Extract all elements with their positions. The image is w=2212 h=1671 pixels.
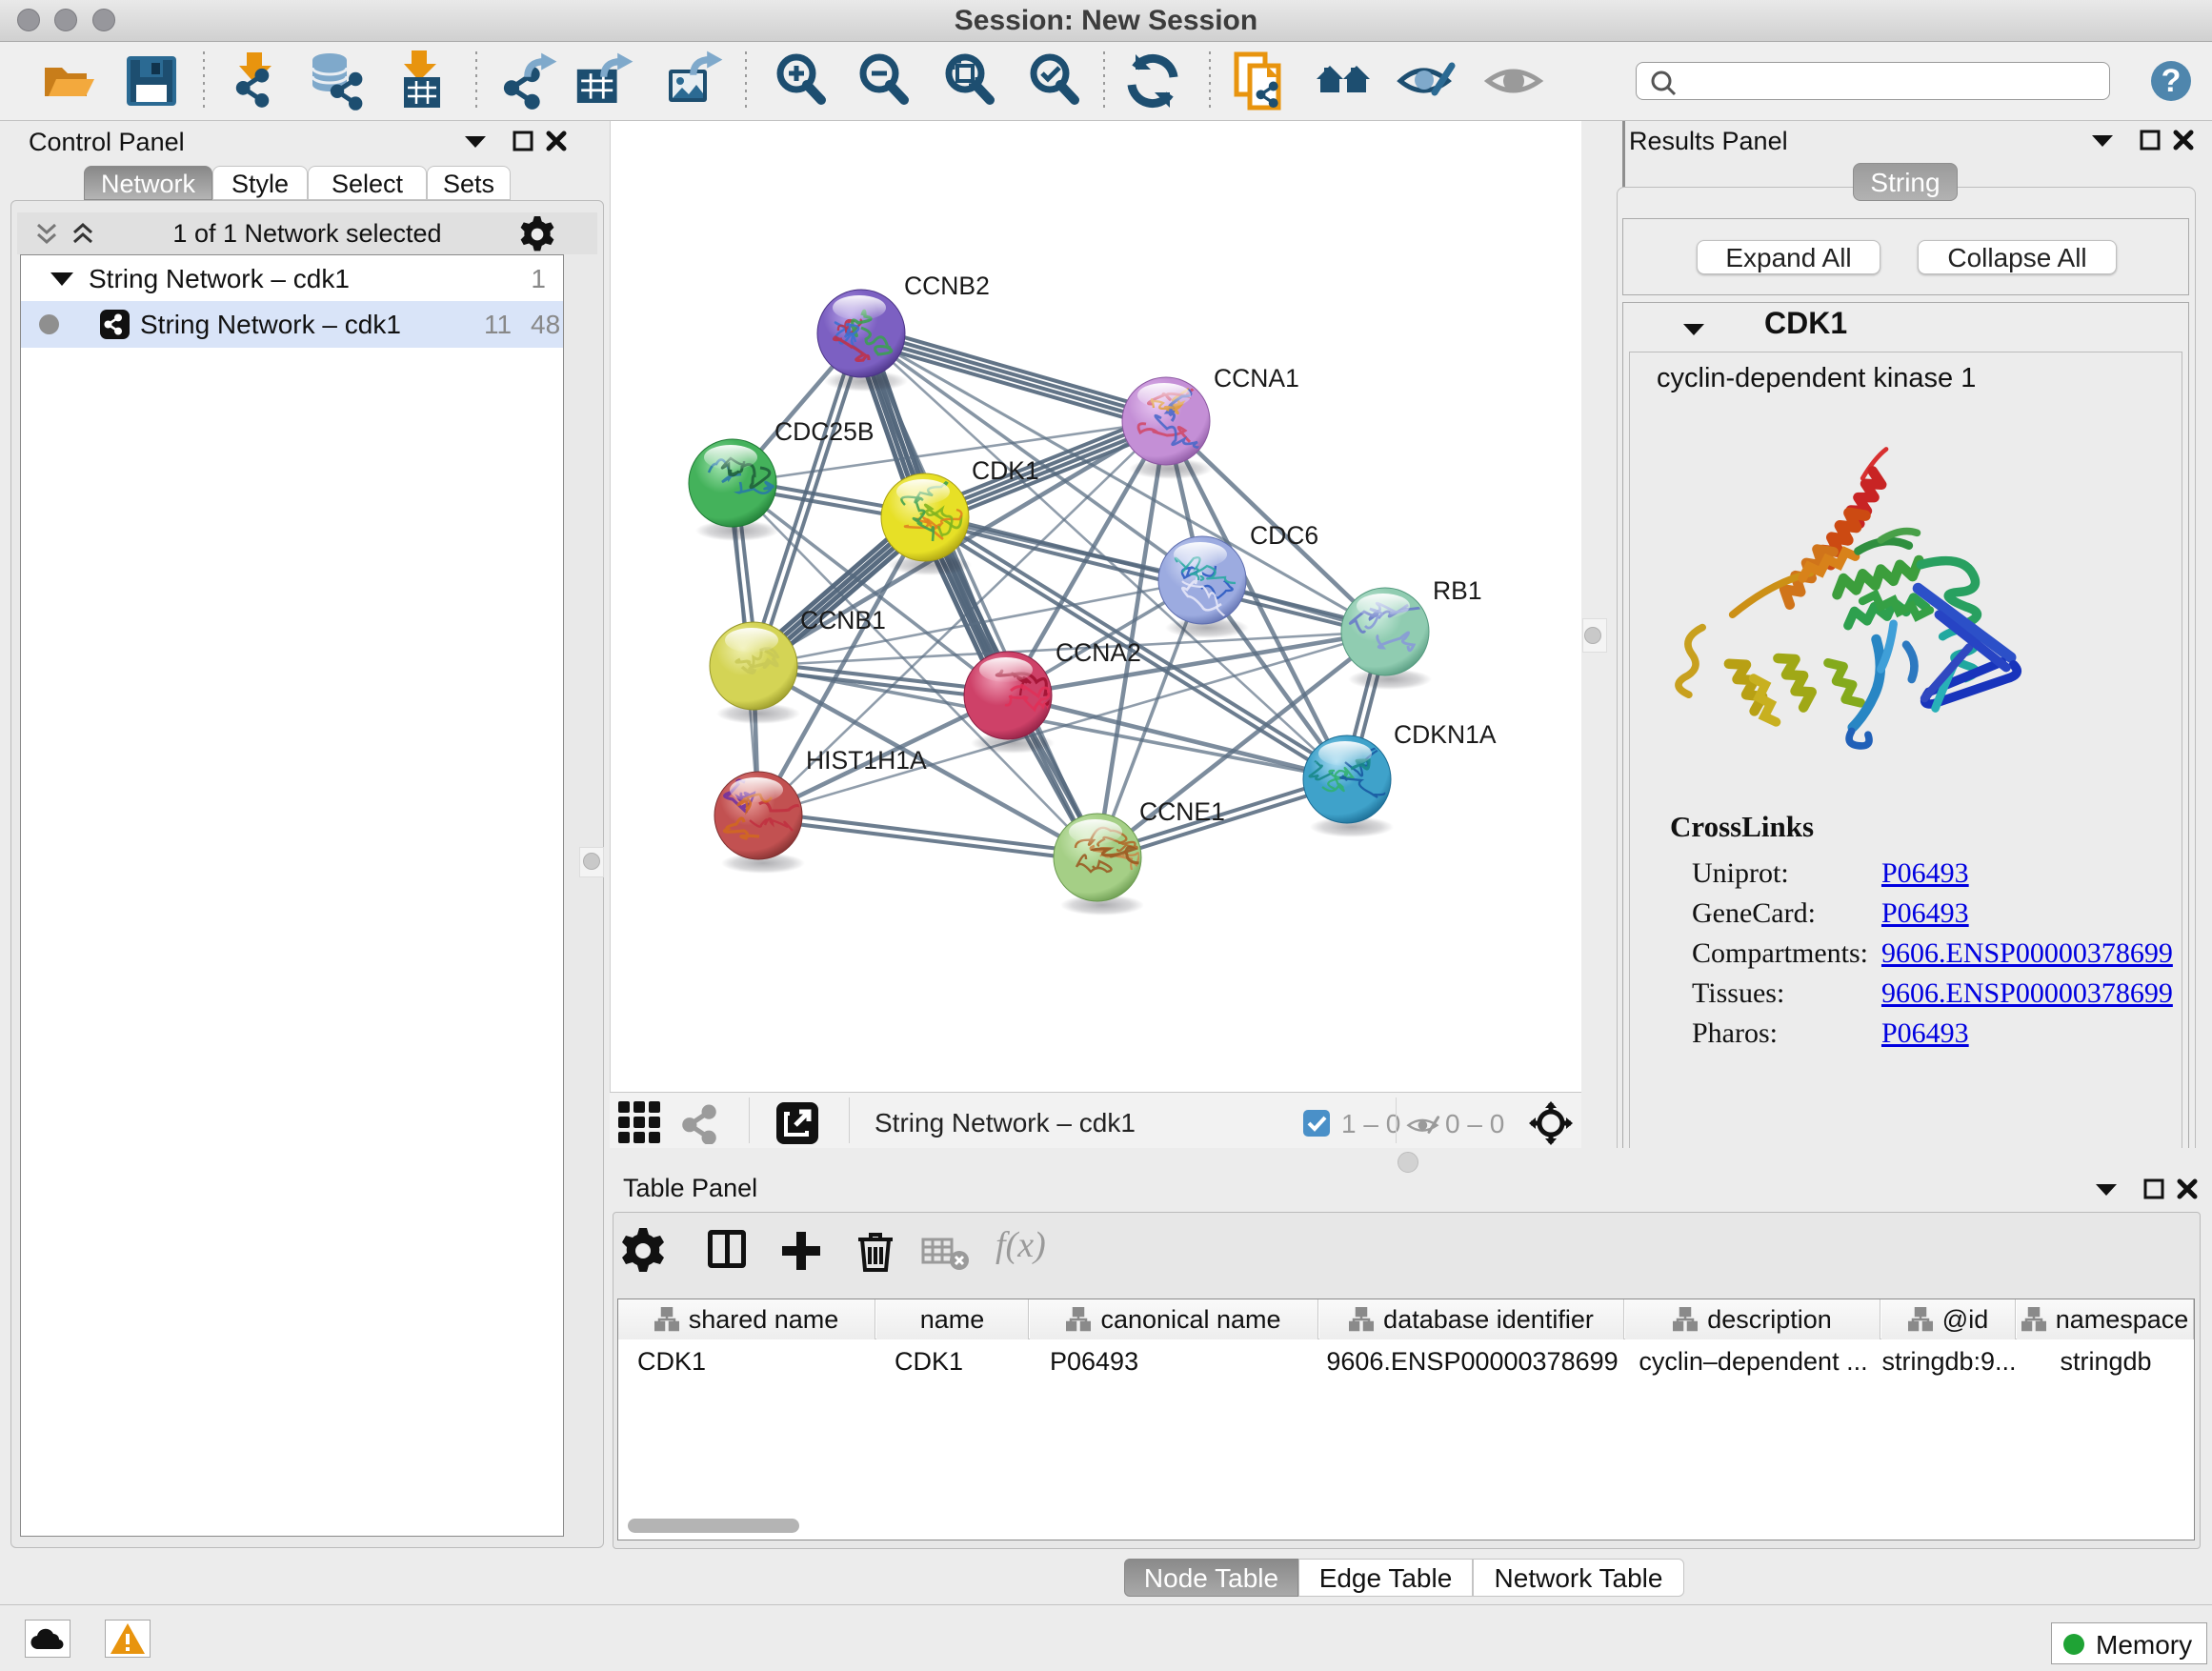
svg-text:HIST1H1A: HIST1H1A: [806, 746, 927, 775]
svg-text:CDKN1A: CDKN1A: [1394, 720, 1497, 749]
svg-text:RB1: RB1: [1433, 576, 1482, 605]
svg-text:CCNA1: CCNA1: [1214, 364, 1299, 393]
svg-text:CCNE1: CCNE1: [1139, 797, 1225, 826]
svg-text:CCNB2: CCNB2: [904, 272, 990, 300]
svg-text:CDC25B: CDC25B: [774, 417, 875, 446]
svg-text:CDC6: CDC6: [1250, 521, 1318, 550]
svg-text:CCNB1: CCNB1: [800, 606, 886, 634]
svg-text:CDK1: CDK1: [972, 456, 1039, 485]
svg-text:CCNA2: CCNA2: [1056, 638, 1141, 667]
